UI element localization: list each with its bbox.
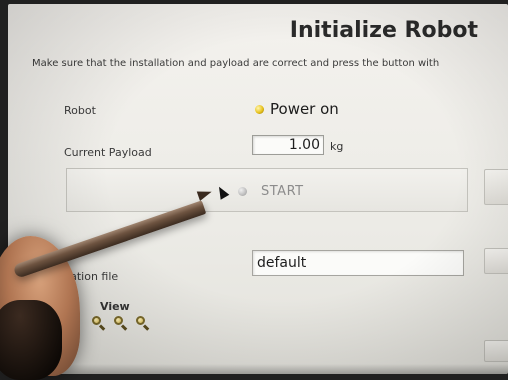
zoom-controls	[92, 316, 150, 331]
payload-label: Current Payload	[64, 146, 152, 159]
payload-unit: kg	[330, 140, 344, 153]
power-status-text: Power on	[270, 100, 339, 118]
page-title: Initialize Robot	[289, 18, 478, 43]
payload-input[interactable]: 1.00	[252, 135, 324, 155]
power-status[interactable]: Power on	[255, 100, 339, 118]
side-button-start-row[interactable]	[484, 169, 508, 205]
finger-shadow-overlay	[0, 300, 62, 380]
robot-label: Robot	[64, 104, 96, 117]
view-label: View	[100, 300, 130, 313]
screen-bottom-edge	[8, 364, 508, 374]
start-label: START	[261, 184, 304, 199]
start-indicator-icon	[238, 187, 247, 196]
zoom-reset-icon[interactable]	[114, 316, 128, 331]
side-button-bottom[interactable]	[484, 340, 508, 362]
installation-file-field[interactable]: default	[252, 250, 464, 276]
side-button-installation-row[interactable]	[484, 248, 508, 274]
zoom-in-icon[interactable]	[92, 316, 106, 331]
power-status-indicator-icon	[255, 104, 264, 114]
touchscreen: Initialize Robot Make sure that the inst…	[8, 4, 508, 374]
start-button[interactable]: START	[238, 184, 304, 199]
instruction-text: Make sure that the installation and payl…	[32, 58, 440, 69]
zoom-out-icon[interactable]	[136, 316, 150, 331]
